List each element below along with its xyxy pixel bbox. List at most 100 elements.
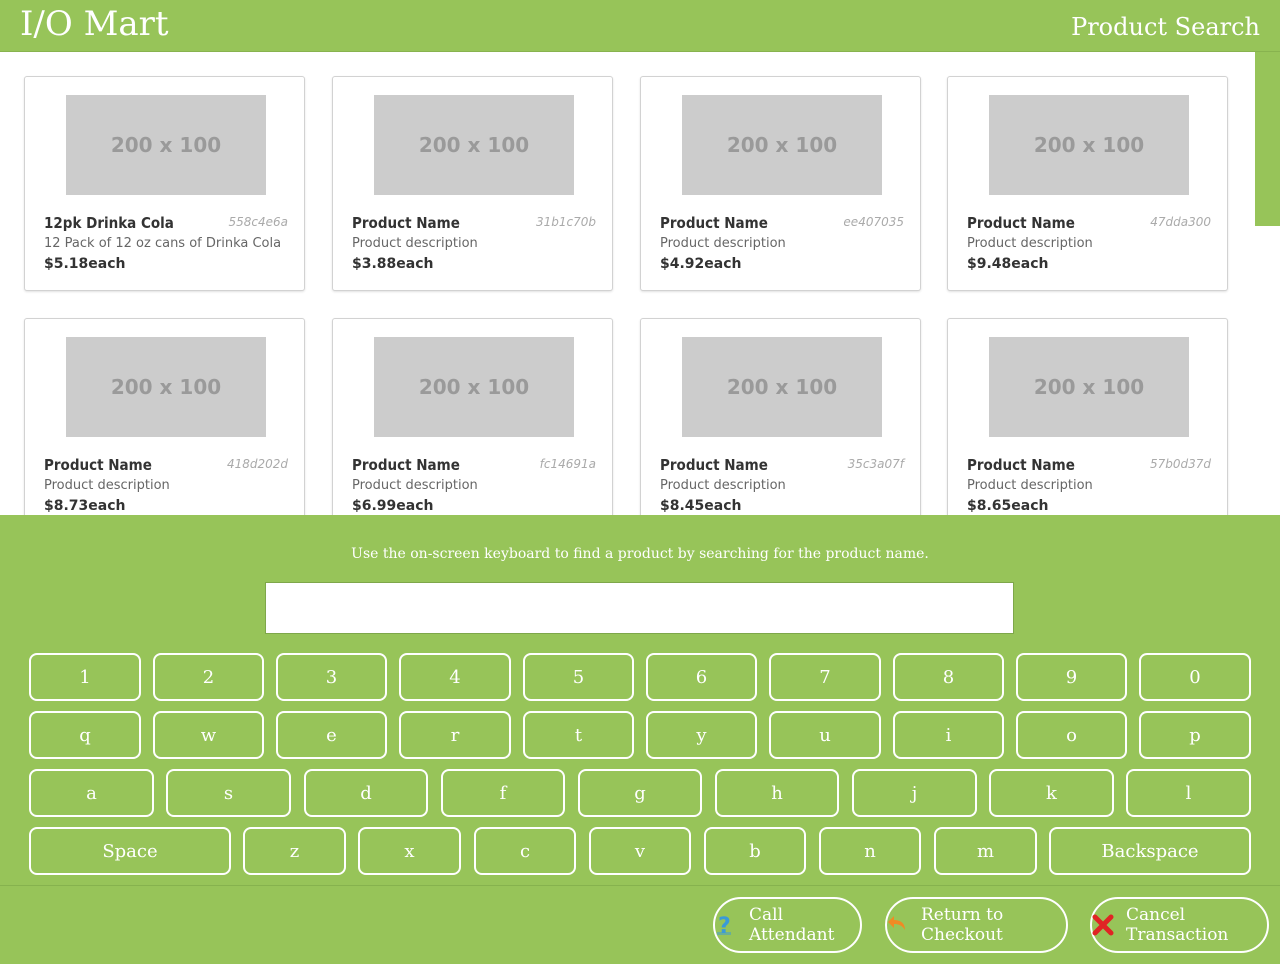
product-description: Product description — [44, 478, 170, 493]
key-space[interactable]: Space — [29, 827, 231, 875]
product-name: Product Name — [660, 214, 768, 232]
keyboard-panel: Use the on-screen keyboard to find a pro… — [0, 515, 1280, 964]
return-to-checkout-button[interactable]: Return to Checkout — [885, 897, 1068, 953]
product-code: 35c3a07f — [847, 457, 904, 471]
product-price: $8.45each — [660, 498, 742, 514]
product-name: Product Name — [967, 214, 1075, 232]
search-input[interactable] — [265, 582, 1014, 634]
cancel-transaction-label: Cancel Transaction — [1126, 905, 1229, 945]
key-backspace[interactable]: Backspace — [1049, 827, 1251, 875]
key-6[interactable]: 6 — [646, 653, 757, 701]
cancel-x-icon — [1092, 914, 1114, 936]
product-price: $3.88each — [352, 256, 434, 272]
product-card[interactable]: 200 x 100 Product Name 418d202d Product des… — [24, 318, 305, 515]
key-f[interactable]: f — [441, 769, 565, 817]
product-description: Product description — [967, 236, 1093, 251]
key-n[interactable]: n — [819, 827, 921, 875]
key-y[interactable]: y — [646, 711, 757, 759]
key-z[interactable]: z — [243, 827, 346, 875]
key-7[interactable]: 7 — [769, 653, 881, 701]
product-image: 200 x 100 — [989, 95, 1189, 195]
header-bar: I/O Mart Product Search — [0, 0, 1280, 52]
call-attendant-label: Call Attendant — [749, 905, 835, 945]
product-image: 200 x 100 — [66, 337, 266, 437]
product-image: 200 x 100 — [374, 337, 574, 437]
product-price: $8.65each — [967, 498, 1049, 514]
product-description: 12 Pack of 12 oz cans of Drinka Cola — [44, 236, 282, 251]
product-code: 57b0d37d — [1149, 457, 1211, 471]
product-image: 200 x 100 — [66, 95, 266, 195]
key-h[interactable]: h — [715, 769, 839, 817]
product-price: $5.18each — [44, 256, 126, 272]
product-description: Product description — [967, 478, 1093, 493]
key-0[interactable]: 0 — [1139, 653, 1251, 701]
key-t[interactable]: t — [523, 711, 634, 759]
key-w[interactable]: w — [153, 711, 264, 759]
divider — [0, 885, 1280, 886]
key-p[interactable]: p — [1139, 711, 1251, 759]
product-card[interactable]: 200 x 100 Product Name fc14691a Product des… — [332, 318, 613, 515]
product-image: 200 x 100 — [682, 95, 882, 195]
product-card[interactable]: 200 x 100 Product Name 47dda300 Product des… — [947, 76, 1228, 291]
key-2[interactable]: 2 — [153, 653, 264, 701]
key-m[interactable]: m — [934, 827, 1037, 875]
scrollbar-thumb[interactable] — [1255, 52, 1280, 226]
product-image: 200 x 100 — [374, 95, 574, 195]
key-k[interactable]: k — [989, 769, 1114, 817]
call-attendant-button[interactable]: ? Call Attendant — [713, 897, 862, 953]
product-description: Product description — [660, 236, 786, 251]
question-icon: ? — [715, 914, 737, 939]
product-name: Product Name — [352, 214, 460, 232]
key-3[interactable]: 3 — [276, 653, 387, 701]
key-i[interactable]: i — [893, 711, 1004, 759]
key-a[interactable]: a — [29, 769, 154, 817]
key-4[interactable]: 4 — [399, 653, 511, 701]
product-name: Product Name — [352, 456, 460, 474]
product-code: 418d202d — [226, 457, 288, 471]
key-r[interactable]: r — [399, 711, 511, 759]
key-o[interactable]: o — [1016, 711, 1127, 759]
product-card[interactable]: 200 x 100 Product Name ee407035 Product des… — [640, 76, 921, 291]
product-card[interactable]: 200 x 100 Product Name 57b0d37d Product des… — [947, 318, 1228, 515]
cancel-transaction-button[interactable]: Cancel Transaction — [1090, 897, 1269, 953]
product-code: ee407035 — [843, 215, 904, 229]
return-arrow-icon — [887, 914, 909, 936]
product-price: $8.73each — [44, 498, 126, 514]
key-9[interactable]: 9 — [1016, 653, 1127, 701]
product-code: 47dda300 — [1150, 215, 1211, 229]
product-image: 200 x 100 — [682, 337, 882, 437]
product-card[interactable]: 200 x 100 Product Name 31b1c70b Product des… — [332, 76, 613, 291]
product-description: Product description — [352, 236, 478, 251]
product-price: $9.48each — [967, 256, 1049, 272]
key-e[interactable]: e — [276, 711, 387, 759]
product-code: 31b1c70b — [535, 215, 596, 229]
brand-logo: I/O Mart — [20, 4, 169, 44]
product-card[interactable]: 200 x 100 12pk Drinka Cola 558c4e6a 12 Pack… — [24, 76, 305, 291]
product-grid: 200 x 100 12pk Drinka Cola 558c4e6a 12 Pack… — [0, 52, 1280, 515]
key-s[interactable]: s — [166, 769, 291, 817]
key-j[interactable]: j — [852, 769, 977, 817]
key-1[interactable]: 1 — [29, 653, 141, 701]
key-q[interactable]: q — [29, 711, 141, 759]
product-card[interactable]: 200 x 100 Product Name 35c3a07f Product des… — [640, 318, 921, 515]
search-instruction: Use the on-screen keyboard to find a pro… — [351, 546, 929, 562]
product-image: 200 x 100 — [989, 337, 1189, 437]
product-name: 12pk Drinka Cola — [44, 214, 174, 232]
product-name: Product Name — [967, 456, 1075, 474]
key-x[interactable]: x — [358, 827, 461, 875]
key-v[interactable]: v — [589, 827, 691, 875]
key-d[interactable]: d — [304, 769, 428, 817]
key-u[interactable]: u — [769, 711, 881, 759]
product-description: Product description — [660, 478, 786, 493]
product-code: fc14691a — [539, 457, 596, 471]
product-name: Product Name — [660, 456, 768, 474]
scrollbar[interactable] — [1255, 52, 1280, 515]
key-8[interactable]: 8 — [893, 653, 1004, 701]
key-5[interactable]: 5 — [523, 653, 634, 701]
key-g[interactable]: g — [578, 769, 702, 817]
key-l[interactable]: l — [1126, 769, 1251, 817]
product-code: 558c4e6a — [228, 215, 288, 229]
product-name: Product Name — [44, 456, 152, 474]
key-c[interactable]: c — [474, 827, 576, 875]
key-b[interactable]: b — [704, 827, 806, 875]
